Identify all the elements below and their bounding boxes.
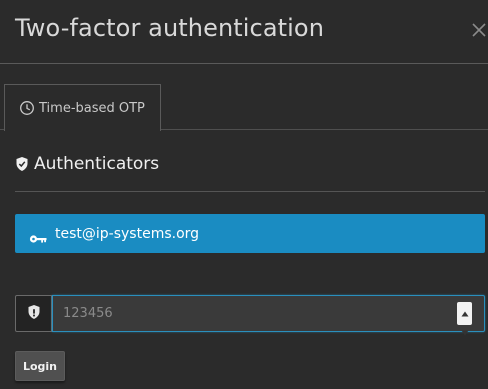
tab-label: Time-based OTP: [39, 100, 145, 116]
caret-up-icon: [461, 302, 469, 321]
otp-input[interactable]: [53, 296, 484, 331]
clock-icon: [19, 100, 35, 116]
shield-icon: [15, 156, 29, 172]
authenticators-title: Authenticators: [34, 154, 160, 174]
login-button[interactable]: Login: [15, 351, 65, 381]
dialog-header: Two-factor authentication: [0, 0, 488, 64]
two-factor-dialog: Two-factor authentication Time-based OTP: [0, 0, 488, 389]
shield-icon: [27, 304, 41, 324]
close-icon[interactable]: [468, 19, 488, 39]
caret-down-icon: [461, 321, 469, 340]
number-stepper: [457, 302, 472, 336]
dialog-title: Two-factor authentication: [15, 14, 325, 42]
authenticator-label: test@ip-systems.org: [55, 225, 200, 242]
tab-bar: Time-based OTP: [0, 84, 488, 131]
authenticators-heading: Authenticators: [15, 153, 159, 175]
authenticator-item[interactable]: test@ip-systems.org: [15, 214, 485, 253]
otp-input-group: [15, 295, 485, 336]
key-icon: [29, 229, 47, 243]
stepper-down-button[interactable]: [457, 321, 472, 340]
otp-addon: [15, 295, 52, 332]
stepper-up-button[interactable]: [457, 302, 472, 321]
section-divider: [15, 191, 485, 192]
otp-field: [52, 295, 485, 336]
login-label: Login: [22, 359, 58, 373]
tab-time-based-otp[interactable]: Time-based OTP: [4, 84, 161, 131]
